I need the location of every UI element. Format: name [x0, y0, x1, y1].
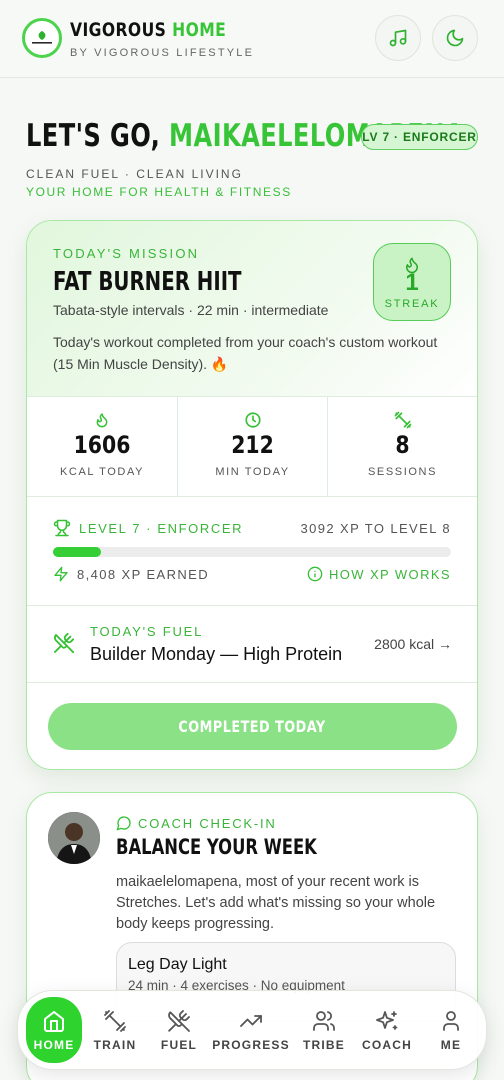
coach-title: BALANCE YOUR WEEK: [116, 835, 317, 859]
fuel-plan-name: Builder Monday — High Protein: [90, 644, 343, 664]
fuel-kcal: 2800 kcal →: [374, 636, 452, 652]
chat-bubble-icon: [116, 816, 131, 831]
nav-home[interactable]: HOME: [26, 997, 82, 1063]
sparkles-icon: [376, 1010, 398, 1030]
music-icon: [389, 29, 407, 47]
trending-up-icon: [240, 1014, 262, 1027]
completed-today-button[interactable]: COMPLETED TODAY: [48, 703, 457, 750]
stat-label: KCAL TODAY: [59, 466, 145, 478]
moon-icon: [446, 29, 464, 47]
stat-sessions: 8 SESSIONS: [327, 397, 477, 496]
nav-tribe[interactable]: TRIBE: [293, 997, 355, 1063]
user-icon: [443, 1010, 459, 1031]
coach-label-row: COACH CHECK-IN: [116, 815, 277, 831]
nav-me[interactable]: ME: [420, 997, 482, 1063]
mission-section[interactable]: TODAY'S MISSION FAT BURNER HIIT Tabata-s…: [27, 221, 477, 396]
dark-mode-button[interactable]: [432, 15, 478, 61]
streak-value: 1: [405, 269, 419, 296]
nav-fuel[interactable]: FUEL: [148, 997, 210, 1063]
stat-label: SESSIONS: [367, 466, 438, 478]
stat-label: MIN TODAY: [215, 466, 290, 478]
stat-value: 1606: [73, 431, 131, 459]
stats-row: 1606 KCAL TODAY 212 MIN TODAY 8 SESSIONS: [27, 396, 477, 497]
mission-label: TODAY'S MISSION: [53, 246, 200, 261]
dumbbell-icon: [104, 1009, 126, 1032]
mission-title: FAT BURNER HIIT: [53, 267, 242, 297]
level-badge[interactable]: LV 7 · ENFORCER: [361, 124, 478, 150]
utensils-icon: [168, 1009, 190, 1032]
top-bar: VIGOROUS HOME BY VIGOROUS LIFESTYLE: [0, 0, 504, 78]
stat-minutes: 212 MIN TODAY: [177, 397, 327, 496]
nav-label: TRAIN: [93, 1037, 137, 1052]
stat-value: 212: [231, 431, 274, 459]
brand-title-accent: HOME: [172, 19, 227, 41]
brand-subtitle: BY VIGOROUS LIFESTYLE: [70, 47, 255, 59]
stat-value: 8: [395, 431, 410, 459]
lightning-icon: [54, 566, 68, 582]
xp-level-label: LEVEL 7 · ENFORCER: [79, 520, 244, 536]
nav-coach[interactable]: COACH: [356, 997, 418, 1063]
stat-kcal: 1606 KCAL TODAY: [27, 397, 177, 496]
coach-avatar: [48, 812, 100, 864]
nav-progress[interactable]: PROGRESS: [212, 997, 290, 1063]
users-icon: [313, 1010, 335, 1031]
clock-icon: [244, 412, 261, 428]
info-icon: [307, 566, 323, 582]
utensils-icon: [53, 632, 75, 654]
mission-subtitle: Tabata-style intervals · 22 min · interm…: [53, 302, 329, 318]
xp-progress-fill: [53, 547, 101, 557]
xp-progress-bar: [53, 547, 451, 557]
trophy-icon: [53, 519, 71, 537]
xp-to-next: 3092 XP TO LEVEL 8: [300, 520, 451, 536]
nav-label: HOME: [33, 1037, 75, 1052]
how-xp-works-label: HOW XP WORKS: [328, 566, 451, 582]
coach-message: maikaelelomapena, most of your recent wo…: [116, 874, 436, 932]
todays-fuel-row[interactable]: TODAY'S FUEL Builder Monday — High Prote…: [27, 606, 477, 683]
streak-label: STREAK: [384, 298, 440, 310]
brand-title-main: VIGOROUS: [70, 19, 167, 41]
brand-logo: [22, 18, 62, 58]
nav-label: COACH: [362, 1037, 412, 1052]
fuel-label: TODAY'S FUEL: [90, 624, 204, 639]
completed-today-label: COMPLETED TODAY: [178, 717, 327, 736]
coach-label: COACH CHECK-IN: [138, 815, 277, 831]
brand-title: VIGOROUS HOME: [70, 19, 226, 41]
mission-card: TODAY'S MISSION FAT BURNER HIIT Tabata-s…: [26, 220, 478, 770]
streak-badge: 1 STREAK: [373, 243, 451, 321]
home-icon: [44, 1010, 64, 1032]
nav-train[interactable]: TRAIN: [84, 997, 146, 1063]
greeting-prefix: LET'S GO,: [26, 118, 161, 154]
subtagline: YOUR HOME FOR HEALTH & FITNESS: [26, 185, 292, 199]
xp-section: LEVEL 7 · ENFORCER 3092 XP TO LEVEL 8 8,…: [27, 497, 477, 606]
mission-description: Today's workout completed from your coac…: [53, 334, 438, 372]
tagline: CLEAN FUEL · CLEAN LIVING: [26, 167, 243, 181]
nav-label: TRIBE: [303, 1037, 345, 1052]
how-xp-works-link[interactable]: HOW XP WORKS: [307, 566, 451, 582]
suggested-workout-title: Leg Day Light: [128, 956, 227, 973]
nav-label: PROGRESS: [212, 1037, 290, 1052]
flame-icon: [96, 413, 108, 428]
nav-label: FUEL: [160, 1037, 198, 1052]
xp-earned: 8,408 XP EARNED: [77, 566, 210, 582]
bottom-nav: HOME TRAIN FUEL PROGRESS TRIBE COACH ME: [17, 990, 487, 1070]
dumbbell-icon: [394, 411, 411, 429]
music-button[interactable]: [375, 15, 421, 61]
nav-label: ME: [440, 1037, 462, 1052]
